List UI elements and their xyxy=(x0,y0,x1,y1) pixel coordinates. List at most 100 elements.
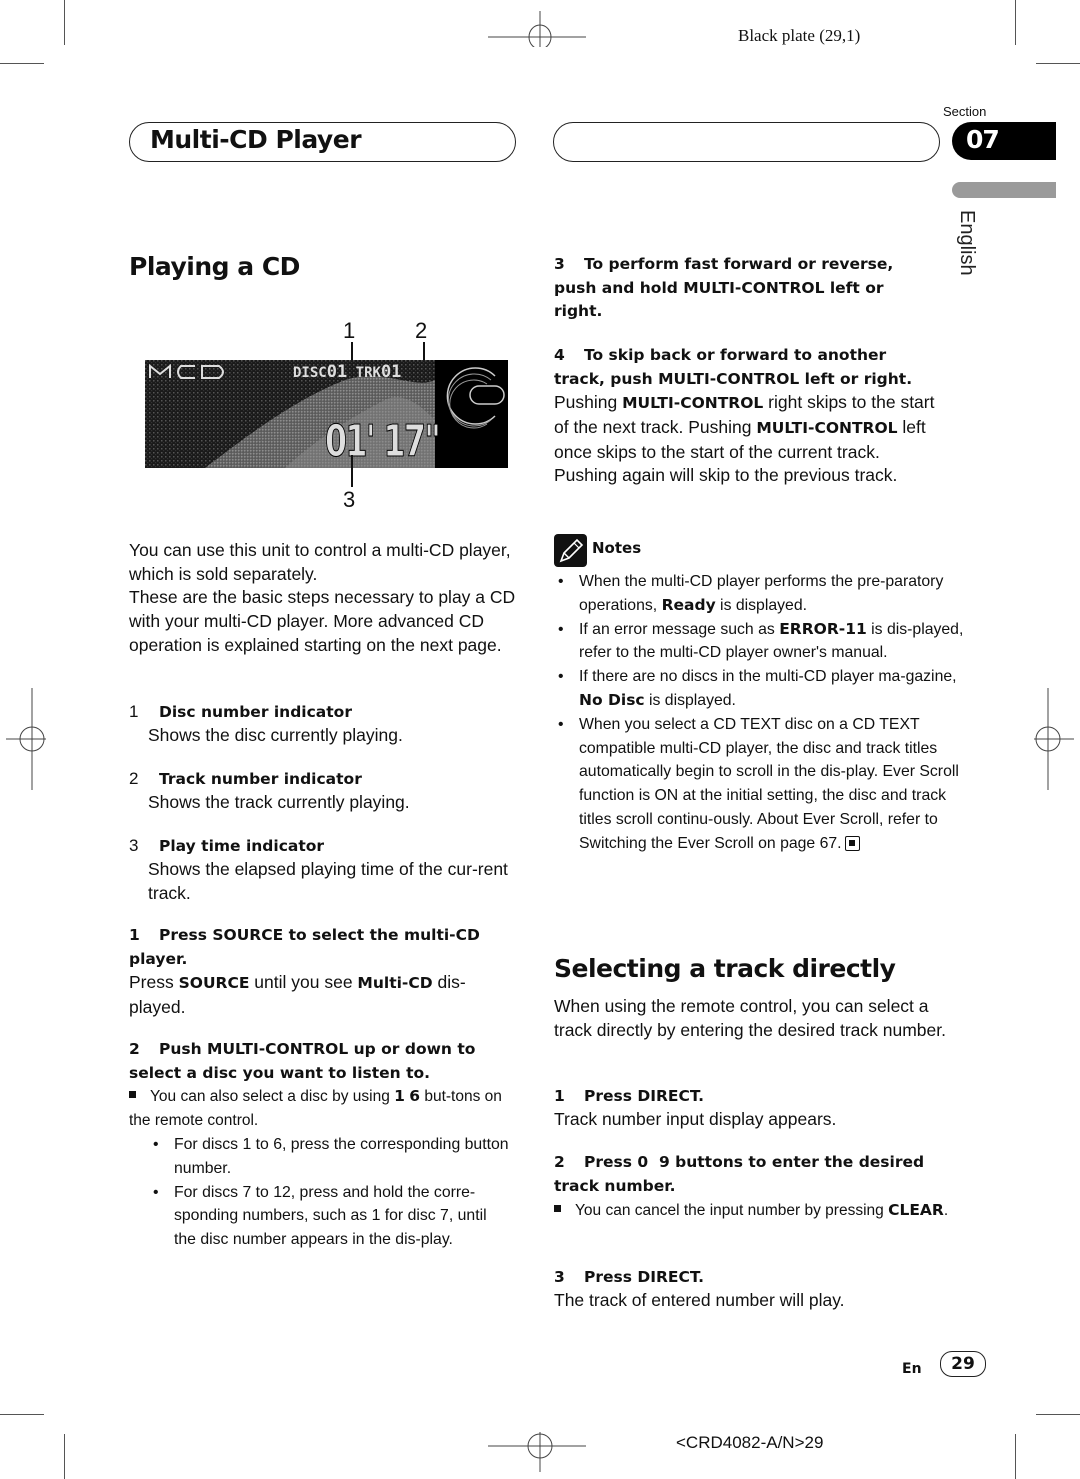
step-2-title: 2 Push MULTI-CONTROL up or down to select… xyxy=(129,1038,509,1085)
text: until you see xyxy=(249,972,358,992)
text: You can also select a disc by using xyxy=(150,1088,395,1105)
text: If an error message such as xyxy=(579,620,780,638)
indicator-3: 3 Play time indicator xyxy=(129,834,324,859)
step-1-body: Press SOURCE until you see Multi-CD dis-… xyxy=(129,971,509,1020)
callout-3: 3 xyxy=(343,487,356,512)
step-title-text: Push MULTI-CONTROL up or down to select … xyxy=(129,1040,476,1082)
disc-value: 01 xyxy=(326,362,348,382)
intro-paragraph-1: You can use this unit to control a multi… xyxy=(129,540,511,584)
crop-mark xyxy=(64,0,65,45)
crop-mark xyxy=(1036,1414,1080,1415)
registration-mark-icon xyxy=(488,11,586,47)
text: is displayed. xyxy=(715,596,807,614)
button-number: 1 xyxy=(394,1087,405,1105)
page-number: 29 xyxy=(940,1351,986,1377)
step-title-text: Press SOURCE to select the multi-CD play… xyxy=(129,926,480,968)
cd-disc-icon xyxy=(446,367,505,429)
direct-step-3-title: 3 Press DIRECT. xyxy=(554,1266,704,1290)
section-number: 07 xyxy=(966,125,1000,154)
direct-step-1-body: Track number input display appears. xyxy=(554,1109,837,1129)
text: When you select a CD TEXT disc on a CD T… xyxy=(579,715,959,852)
registration-mark-icon xyxy=(6,688,46,790)
note-item: When you select a CD TEXT disc on a CD T… xyxy=(554,713,968,856)
notes-list: When the multi-CD player performs the pr… xyxy=(554,570,968,856)
indicator-desc: Shows the disc currently playing. xyxy=(148,725,403,745)
text: Press xyxy=(129,972,179,992)
step-title-text: Press 0 9 buttons to enter the desired t… xyxy=(554,1153,930,1195)
crop-mark xyxy=(1015,1434,1016,1479)
text: . xyxy=(943,1202,949,1219)
crop-mark xyxy=(0,1414,44,1415)
step-number: 3 xyxy=(554,255,565,273)
indicator-number: 2 xyxy=(129,769,139,788)
selecting-intro: When using the remote control, you can s… xyxy=(554,996,946,1040)
clear-key-label: CLEAR xyxy=(888,1201,944,1219)
step-title-text: Press DIRECT. xyxy=(584,1087,705,1105)
multi-control-label: MULTI-CONTROL xyxy=(756,418,898,437)
step-number: 4 xyxy=(554,346,565,364)
step-1-title: 1 Press SOURCE to select the multi-CD pla… xyxy=(129,924,509,971)
direct-step-2-note: You can cancel the input number by press… xyxy=(554,1199,949,1223)
step-4-body: Pushing MULTI-CONTROL right skips to the… xyxy=(554,391,946,488)
indicator-number: 1 xyxy=(129,702,139,721)
crop-mark xyxy=(0,63,44,64)
callout-1: 1 xyxy=(343,318,356,343)
blank-header-banner xyxy=(553,122,940,162)
section-label: Section xyxy=(943,104,987,119)
crop-mark xyxy=(1015,0,1016,45)
multi-control-label: MULTI-CONTROL xyxy=(622,394,764,412)
step-number: 1 xyxy=(129,926,140,944)
display-message: ERROR-11 xyxy=(779,619,867,638)
indicator-1: 1 Disc number indicator xyxy=(129,700,352,725)
language-tab-bar xyxy=(952,182,1056,198)
track-value: 01 xyxy=(380,362,402,382)
intro-paragraph-2: These are the basic steps necessary to p… xyxy=(129,587,516,655)
multi-cd-label: Multi-CD xyxy=(357,974,433,992)
notes-title: Notes xyxy=(592,539,642,557)
language-tab-label: English xyxy=(956,210,978,276)
play-time-readout: 01' 17" xyxy=(325,416,442,467)
step-title-text: To perform fast forward or reverse, push… xyxy=(554,255,894,320)
step-number: 1 xyxy=(554,1087,565,1105)
registration-mark-icon xyxy=(488,1432,586,1472)
square-bullet-icon xyxy=(554,1205,561,1213)
step-number: 3 xyxy=(554,1268,565,1286)
display-message: No Disc xyxy=(579,690,645,709)
list-item: For discs 7 to 12, press and hold the co… xyxy=(149,1181,509,1252)
step-3-title: 3 To perform fast forward or reverse, pus… xyxy=(554,253,934,324)
heading-playing-a-cd: Playing a CD xyxy=(129,252,300,281)
note-item: If an error message such as ERROR-11 is … xyxy=(554,618,968,666)
disc-label: DISC xyxy=(293,365,327,381)
indicator-title: Track number indicator xyxy=(159,770,362,788)
mcd-source-label xyxy=(149,363,224,379)
square-bullet-icon xyxy=(129,1091,136,1099)
section-tab: 07 xyxy=(952,122,1056,160)
list-item: For discs 1 to 6, press the correspondin… xyxy=(149,1133,509,1181)
indicator-title: Disc number indicator xyxy=(159,703,352,721)
step-title-text: Press DIRECT. xyxy=(584,1268,705,1286)
plate-label: Black plate (29,1) xyxy=(738,26,861,45)
heading-selecting-a-track: Selecting a track directly xyxy=(554,954,896,983)
indicator-desc: Shows the track currently playing. xyxy=(148,792,410,812)
text: Pushing xyxy=(554,392,623,412)
step-2-note: You can also select a disc by using 1 6 … xyxy=(129,1085,509,1133)
text: You can cancel the input number by press… xyxy=(575,1202,889,1219)
indicator-title: Play time indicator xyxy=(159,837,325,855)
text: If there are no discs in the multi-CD pl… xyxy=(579,668,957,686)
indicator-number: 3 xyxy=(129,836,139,855)
step-title-text: To skip back or forward to another track… xyxy=(554,346,913,388)
display-message: Ready xyxy=(661,595,716,614)
step-number: 2 xyxy=(129,1040,140,1058)
chapter-title-banner: Multi-CD Player xyxy=(129,122,516,162)
end-of-section-icon xyxy=(844,836,860,852)
direct-step-3-body: The track of entered number will play. xyxy=(554,1290,845,1310)
note-item: When the multi-CD player performs the pr… xyxy=(554,570,968,618)
callout-2: 2 xyxy=(415,318,428,343)
disc-track-readout: DISC01 TRK01 xyxy=(293,362,401,382)
track-label: TRK xyxy=(355,365,381,381)
note-item: If there are no discs in the multi-CD pl… xyxy=(554,665,968,713)
footer-code: <CRD4082-A/N>29 xyxy=(676,1433,824,1452)
indicator-2: 2 Track number indicator xyxy=(129,767,362,792)
lcd-display-illustration: DISC01 TRK01 01' 17" xyxy=(145,360,508,468)
step-4-title: 4 To skip back or forward to another trac… xyxy=(554,344,934,391)
